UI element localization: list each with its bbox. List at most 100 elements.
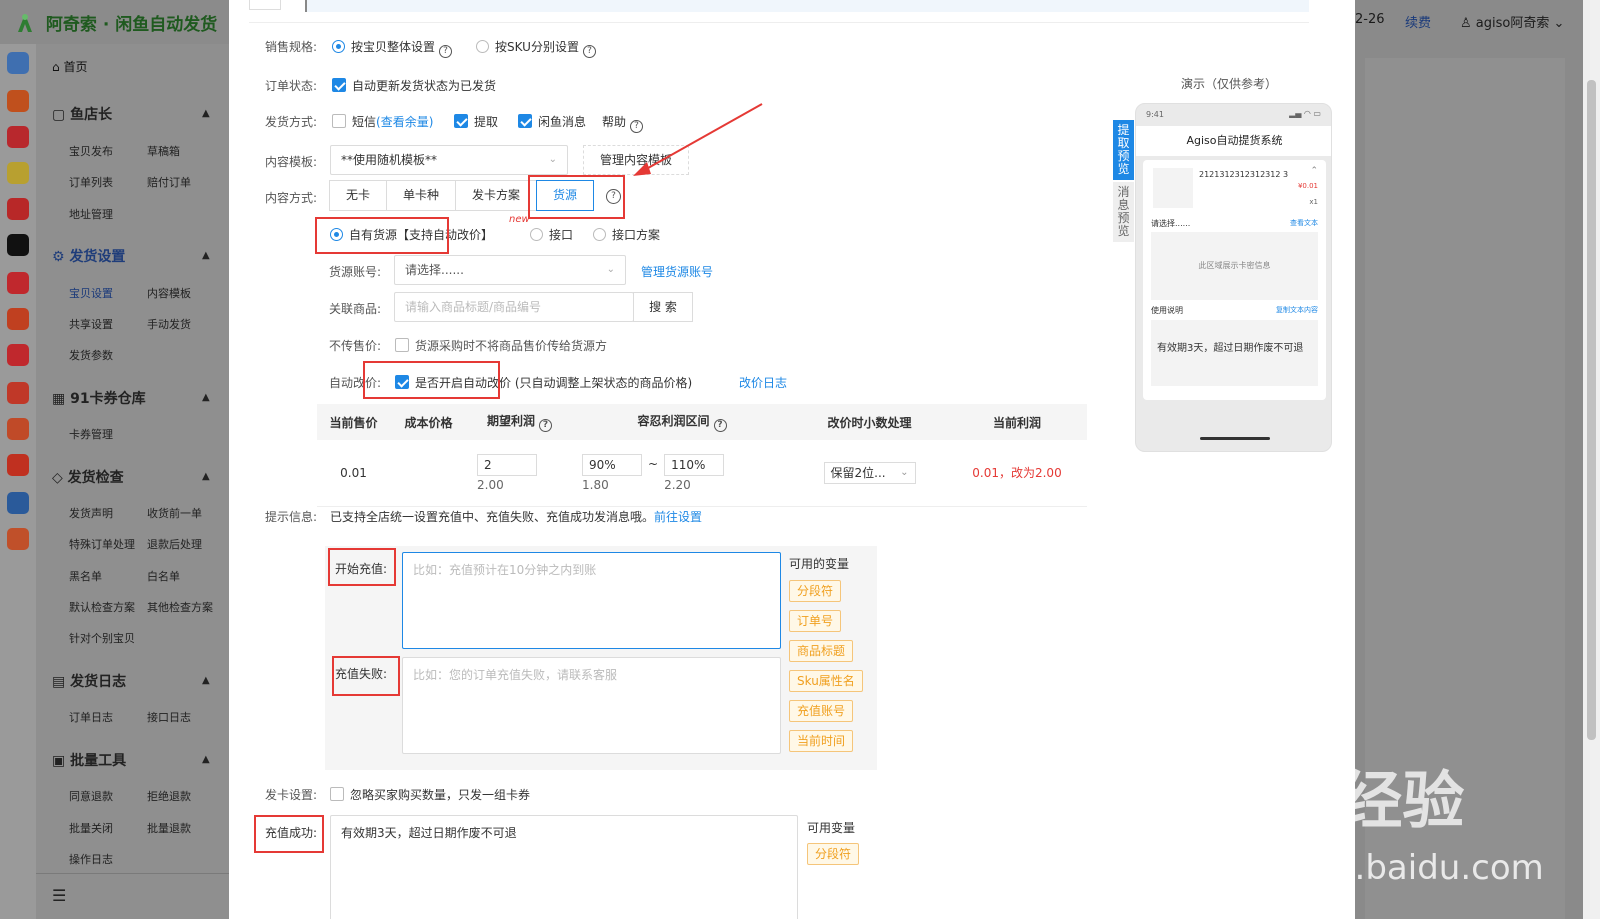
spec-option-whole[interactable]: 按宝贝整体设置? <box>332 38 453 58</box>
help-icon[interactable]: ? <box>439 45 453 58</box>
template-select[interactable]: **使用随机模板** ⌄ <box>330 145 568 175</box>
bag-app-icon[interactable] <box>7 418 29 440</box>
success-var-separator[interactable]: 分段符 <box>807 843 860 865</box>
ship-pickup-checkbox[interactable]: 提取 <box>454 113 498 130</box>
radio-unchecked[interactable] <box>593 228 606 241</box>
checkbox-checked[interactable] <box>332 78 346 92</box>
copy-text-link[interactable]: 复制文本内容 <box>1276 305 1318 315</box>
goods-search-input[interactable]: 请输入商品标题/商品编号 <box>394 292 634 322</box>
ship-xianyu-checkbox[interactable]: 闲鱼消息 <box>518 113 586 130</box>
sidebar-item-item-settings[interactable]: 宝贝设置 <box>69 285 113 301</box>
sidebar-item-cards[interactable]: 卡券管理 <box>69 426 113 442</box>
range-high-input[interactable]: 110% <box>664 453 725 476</box>
sidebar-item-address[interactable]: 地址管理 <box>69 206 113 222</box>
range-low-input[interactable]: 90% <box>582 453 642 476</box>
sidebar-item-drafts[interactable]: 草稿箱 <box>147 143 180 159</box>
decimal-select[interactable]: 保留2位... ⌄ <box>823 461 916 484</box>
sidebar-item-blacklist[interactable]: 黑名单 <box>69 568 102 584</box>
tab-single-card[interactable]: 单卡种 <box>386 180 457 211</box>
user-menu[interactable]: ♙ agiso阿奇索 ⌄ <box>1460 12 1564 31</box>
var-order-no[interactable]: 订单号 <box>789 610 842 632</box>
checkbox-checked[interactable] <box>454 114 468 128</box>
tab-message-preview[interactable]: 消息预览 <box>1113 182 1134 242</box>
chevron-up-icon[interactable]: ▲ <box>202 471 210 482</box>
help-icon[interactable]: ? <box>582 45 596 58</box>
sidebar-item-params[interactable]: 发货参数 <box>69 347 113 363</box>
ship-sms-checkbox[interactable]: 短信(查看余量) <box>332 113 433 130</box>
sidebar-item-before-receipt[interactable]: 收货前一单 <box>147 505 202 521</box>
heart-app-icon[interactable] <box>7 126 29 148</box>
tab-card-plan[interactable]: 发卡方案 <box>455 180 538 211</box>
tab-pickup-preview[interactable]: 提取预览 <box>1113 120 1134 180</box>
order-status-checkbox[interactable]: 自动更新发货状态为已发货 <box>332 77 496 94</box>
checkbox-checked[interactable] <box>518 114 532 128</box>
app-logo[interactable]: 阿奇索 · 闲鱼自动发货 <box>14 10 217 35</box>
sidebar-item-batch-close[interactable]: 批量关闭 <box>69 820 113 836</box>
spec-option-sku[interactable]: 按SKU分别设置? <box>476 38 596 58</box>
goto-settings-link[interactable]: 前往设置 <box>654 510 702 524</box>
checkbox-unchecked[interactable] <box>330 787 344 801</box>
sidebar-item-default-plan[interactable]: 默认检查方案 <box>69 599 135 615</box>
sidebar-item-statement[interactable]: 发货声明 <box>69 505 113 521</box>
sidebar-item-compensation[interactable]: 赔付订单 <box>147 174 191 190</box>
menu-collapse-icon[interactable]: ☰ <box>52 886 66 905</box>
checkbox-unchecked[interactable] <box>395 338 409 352</box>
sidebar-group-logs[interactable]: ▤ 发货日志 <box>52 671 126 691</box>
sms-balance-link[interactable]: (查看余量) <box>376 115 433 129</box>
sidebar-item-whitelist[interactable]: 白名单 <box>147 568 180 584</box>
price-log-link[interactable]: 改价日志 <box>739 374 787 391</box>
chevron-up-icon[interactable]: ▲ <box>202 250 210 261</box>
card-setting-checkbox[interactable]: 忽略买家购买数量，只发一组卡券 <box>330 786 530 803</box>
chevron-up-icon[interactable]: ▲ <box>202 108 210 119</box>
sidebar-item-orders[interactable]: 订单列表 <box>69 174 113 190</box>
radio-unchecked[interactable] <box>476 40 489 53</box>
douyin-app-icon[interactable] <box>7 234 29 256</box>
sidebar-group-shipping[interactable]: ⚙ 发货设置 <box>52 246 125 266</box>
renew-link[interactable]: 续费 <box>1405 12 1431 31</box>
shop-app-icon[interactable] <box>7 454 29 476</box>
start-recharge-textarea[interactable]: 比如：充值预计在10分钟之内到账 <box>402 552 781 649</box>
account-select[interactable]: 请选择...... ⌄ <box>394 255 626 285</box>
help-icon[interactable]: ? <box>713 419 727 432</box>
radio-unchecked[interactable] <box>530 228 543 241</box>
goods-search-button[interactable]: 搜 索 <box>633 292 693 322</box>
jd-app-icon[interactable] <box>7 198 29 220</box>
chevron-up-icon[interactable]: ▲ <box>202 675 210 686</box>
sidebar-item-after-refund[interactable]: 退款后处理 <box>147 536 202 552</box>
sidebar-item-agree-refund[interactable]: 同意退款 <box>69 788 113 804</box>
sidebar-group-warehouse[interactable]: ▦ 91卡券仓库 <box>52 388 146 408</box>
sidebar-item-specific-items[interactable]: 针对个别宝贝 <box>69 630 135 646</box>
chevron-up-icon[interactable]: ▲ <box>202 392 210 403</box>
success-recharge-textarea[interactable]: 有效期3天，超过日期作废不可退 <box>330 815 798 919</box>
radio-checked[interactable] <box>332 40 345 53</box>
checkbox-unchecked[interactable] <box>332 114 346 128</box>
fail-recharge-textarea[interactable]: 比如：您的订单充值失败，请联系客服 <box>402 657 781 754</box>
taobao-app-icon[interactable] <box>7 90 29 112</box>
var-sku-name[interactable]: Sku属性名 <box>789 670 863 692</box>
source-api-plan-radio[interactable]: 接口方案 <box>593 226 660 243</box>
sidebar-item-share[interactable]: 共享设置 <box>69 316 113 332</box>
sidebar-item-special-orders[interactable]: 特殊订单处理 <box>69 536 135 552</box>
link-app-icon[interactable] <box>7 492 29 514</box>
no-price-checkbox[interactable]: 货源采购时不将商品售价传给货源方 <box>395 337 607 354</box>
store-app-icon[interactable] <box>7 382 29 404</box>
gift-app-icon[interactable] <box>7 528 29 550</box>
sidebar-item-other-plan[interactable]: 其他检查方案 <box>147 599 213 615</box>
sidebar-item-op-log[interactable]: 操作日志 <box>69 851 113 867</box>
page-scrollbar[interactable] <box>1583 0 1600 919</box>
view-text-link[interactable]: 查看文本 <box>1290 218 1318 228</box>
chevron-up-icon[interactable]: ▲ <box>202 754 210 765</box>
thumb-app-icon[interactable] <box>7 344 29 366</box>
expected-profit-input[interactable]: 2 <box>477 453 537 476</box>
pdd-app-icon[interactable] <box>7 308 29 330</box>
var-separator[interactable]: 分段符 <box>789 580 842 602</box>
sidebar-home[interactable]: ⌂ 首页 <box>52 58 87 75</box>
tab-source[interactable]: 货源 <box>536 180 595 211</box>
sidebar-item-manual-ship[interactable]: 手动发货 <box>147 316 191 332</box>
manage-account-link[interactable]: 管理货源账号 <box>641 263 713 280</box>
tab-no-card[interactable]: 无卡 <box>329 180 388 211</box>
xiaohongshu-app-icon[interactable] <box>7 272 29 294</box>
sidebar-group-check[interactable]: ◇ 发货检查 <box>52 467 124 487</box>
var-goods-title[interactable]: 商品标题 <box>789 640 854 662</box>
grid-app-icon[interactable] <box>7 52 29 74</box>
